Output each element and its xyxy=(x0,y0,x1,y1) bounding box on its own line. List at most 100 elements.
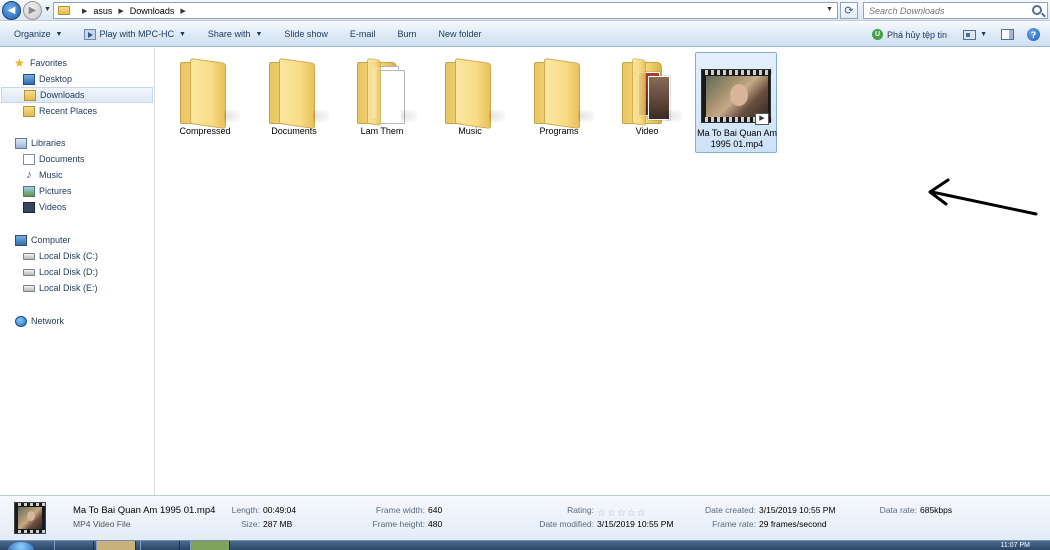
share-with-label: Share with xyxy=(207,29,251,39)
annotation-arrow-icon xyxy=(928,178,1038,216)
nav-label: Network xyxy=(31,316,65,326)
nav-label: Downloads xyxy=(40,90,85,100)
libraries-icon xyxy=(15,137,27,149)
email-button[interactable]: E-mail xyxy=(350,29,376,39)
nav-label: Music xyxy=(39,170,63,180)
nav-label: Videos xyxy=(39,202,67,212)
folder-icon xyxy=(445,58,505,130)
folder-item-video[interactable]: Video xyxy=(606,52,688,150)
taskbar-button-media[interactable] xyxy=(140,541,180,550)
unlocker-icon: U xyxy=(872,29,884,40)
nav-label: Desktop xyxy=(39,74,73,84)
command-bar: Organize ▼ Play with MPC-HC ▼ Share with ▼ … xyxy=(0,22,1050,47)
nav-libraries[interactable]: Libraries xyxy=(0,135,154,151)
nav-label: Pictures xyxy=(39,186,72,196)
address-bar[interactable]: ▶ asus ▶ Downloads ▶ ▼ xyxy=(53,2,838,19)
nav-downloads[interactable]: Downloads xyxy=(1,87,153,103)
size-label: Size: xyxy=(241,519,260,529)
nav-network[interactable]: Network xyxy=(0,313,154,329)
date-modified-label: Date modified: xyxy=(539,519,594,529)
organize-label: Organize xyxy=(14,29,51,39)
play-with-button[interactable]: Play with MPC-HC ▼ xyxy=(84,28,186,40)
video-thumbnail: ▶ xyxy=(701,69,772,125)
navigation-pane: ★ Favorites Desktop Downloads Recent Plac… xyxy=(0,48,155,495)
shred-file-button[interactable]: U Phá hủy tệp tin xyxy=(872,29,947,40)
nav-recent-places[interactable]: Recent Places xyxy=(0,103,154,119)
nav-desktop[interactable]: Desktop xyxy=(0,71,154,87)
folder-item-compressed[interactable]: Compressed xyxy=(164,52,246,150)
slide-show-button[interactable]: Slide show xyxy=(284,29,328,39)
search-input[interactable] xyxy=(869,5,1019,16)
documents-icon xyxy=(23,153,35,165)
nav-pictures[interactable]: Pictures xyxy=(0,183,154,199)
nav-label: Local Disk (C:) xyxy=(39,251,99,261)
folder-item-lam-them[interactable]: Lam Them xyxy=(341,52,423,150)
details-file-type: MP4 Video File xyxy=(73,519,131,529)
start-button[interactable] xyxy=(8,542,34,550)
nav-disk-d[interactable]: Local Disk (D:) xyxy=(0,264,154,280)
organize-button[interactable]: Organize ▼ xyxy=(14,29,62,39)
breadcrumb-downloads[interactable]: Downloads xyxy=(130,6,175,16)
nav-label: Libraries xyxy=(31,138,66,148)
breadcrumb-separator-icon[interactable]: ▶ xyxy=(118,7,123,15)
file-name: Lam Them xyxy=(360,126,404,136)
folder-icon xyxy=(269,58,329,130)
nav-videos[interactable]: Videos xyxy=(0,199,154,215)
date-created-value: 3/15/2019 10:55 PM xyxy=(759,505,836,515)
search-icon[interactable] xyxy=(1032,5,1042,15)
nav-favorites[interactable]: ★ Favorites xyxy=(14,55,154,71)
nav-disk-e[interactable]: Local Disk (E:) xyxy=(0,280,154,296)
share-with-button[interactable]: Share with ▼ xyxy=(208,29,262,39)
address-dropdown-icon[interactable]: ▼ xyxy=(826,6,833,13)
hard-disk-icon xyxy=(23,284,35,292)
taskbar-clock[interactable]: 11:07 PM xyxy=(1001,542,1030,549)
data-rate-value: 685kbps xyxy=(920,505,953,515)
date-created-label: Date created: xyxy=(704,505,756,515)
file-list-pane[interactable]: Compressed Documents Lam Them Music Prog… xyxy=(156,48,1050,495)
preview-pane-icon[interactable] xyxy=(1001,29,1014,40)
rating-label: Rating: xyxy=(567,505,594,515)
forward-button[interactable]: ▶ xyxy=(23,1,42,20)
nav-computer[interactable]: Computer xyxy=(0,232,154,248)
frame-height-value: 480 xyxy=(428,519,443,529)
file-item-video-mp4[interactable]: ▶ Ma To Bai Quan Am 1995 01.mp4 xyxy=(695,52,777,153)
new-folder-button[interactable]: New folder xyxy=(438,29,481,39)
breadcrumb-separator-icon[interactable]: ▶ xyxy=(82,7,87,15)
video-file-badge-icon: ▶ xyxy=(755,113,769,125)
help-icon[interactable]: ? xyxy=(1027,28,1040,41)
taskbar-button-explorer[interactable] xyxy=(96,541,136,550)
nav-music[interactable]: ♪ Music xyxy=(0,167,154,183)
pictures-icon xyxy=(23,185,35,197)
taskbar-button-app[interactable] xyxy=(190,541,230,550)
hard-disk-icon xyxy=(23,268,35,276)
rating-stars[interactable]: ☆☆☆☆☆ xyxy=(597,508,647,519)
search-box[interactable] xyxy=(863,2,1048,19)
folder-item-documents[interactable]: Documents xyxy=(253,52,335,150)
network-icon xyxy=(15,315,27,327)
downloads-folder-icon xyxy=(24,89,36,101)
change-view-icon[interactable] xyxy=(963,29,977,40)
folder-item-music[interactable]: Music xyxy=(429,52,511,150)
breadcrumb-separator-icon[interactable]: ▶ xyxy=(180,7,185,15)
history-dropdown-icon[interactable]: ▼ xyxy=(44,6,51,13)
computer-icon xyxy=(15,234,27,246)
details-thumbnail xyxy=(14,502,46,534)
folder-item-programs[interactable]: Programs xyxy=(518,52,600,150)
forward-arrow-icon: ▶ xyxy=(28,5,37,16)
nav-disk-c[interactable]: Local Disk (C:) xyxy=(0,248,154,264)
nav-documents[interactable]: Documents xyxy=(0,151,154,167)
burn-button[interactable]: Burn xyxy=(397,29,416,39)
folder-icon xyxy=(534,58,594,130)
refresh-button[interactable]: ⟳ xyxy=(840,2,858,19)
back-button[interactable]: ◀ xyxy=(2,1,21,20)
frame-rate-value: 29 frames/second xyxy=(759,519,827,529)
data-rate-label: Data rate: xyxy=(879,505,917,515)
address-bar-row: ◀ ▶ ▼ ▶ asus ▶ Downloads ▶ ▼ ⟳ xyxy=(0,0,1050,21)
breadcrumb-asus[interactable]: asus xyxy=(93,6,112,16)
recent-places-icon xyxy=(23,105,35,117)
taskbar-button-ie[interactable] xyxy=(54,541,94,550)
file-name: Ma To Bai Quan Am 1995 01.mp4 xyxy=(697,128,777,149)
view-options-dropdown-icon[interactable]: ▼ xyxy=(980,31,987,38)
nav-label: Computer xyxy=(31,235,71,245)
frame-height-label: Frame height: xyxy=(372,519,425,529)
